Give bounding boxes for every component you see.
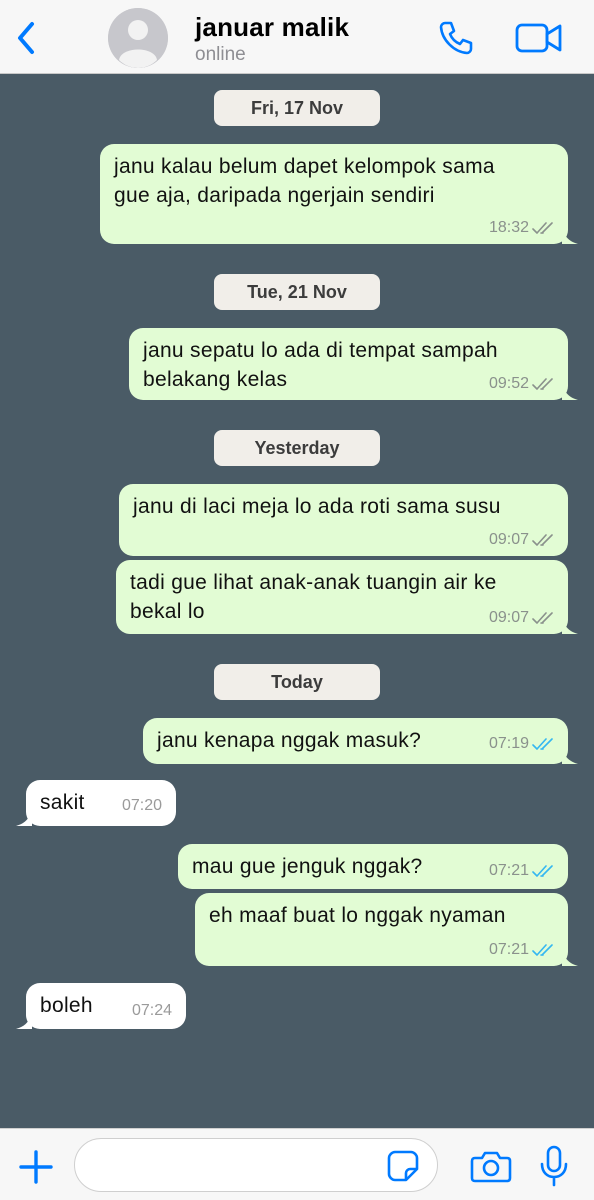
message-line: boleh xyxy=(40,994,93,1017)
phone-icon xyxy=(439,21,473,55)
default-avatar-icon xyxy=(108,8,168,68)
contact-status: online xyxy=(195,44,246,65)
message-line: tadi gue lihat anak-anak tuangin air ke xyxy=(130,571,497,594)
message-meta: 18:32 xyxy=(489,218,556,238)
chevron-left-icon xyxy=(18,22,34,54)
sticker-button[interactable] xyxy=(386,1149,420,1183)
message-bubble[interactable]: janu di laci meja lo ada roti sama susu … xyxy=(119,484,568,556)
message-meta: 07:19 xyxy=(489,734,556,754)
message-text: mau gue jenguk nggak? xyxy=(192,852,422,881)
chat-header: januar malik online xyxy=(0,0,594,74)
message-bubble[interactable]: tadi gue lihat anak-anak tuangin air ke … xyxy=(116,560,578,634)
message-bubble[interactable]: boleh 07:24 xyxy=(16,983,186,1029)
microphone-icon xyxy=(540,1145,568,1187)
double-check-icon xyxy=(532,222,553,234)
bubble-tail xyxy=(562,616,578,634)
message-input[interactable] xyxy=(74,1138,438,1192)
bubble-tail xyxy=(562,948,578,966)
bubble-tail xyxy=(562,226,578,244)
double-check-icon xyxy=(532,865,553,877)
double-check-icon xyxy=(532,378,553,390)
video-call-button[interactable] xyxy=(514,20,564,56)
message-meta: 07:24 xyxy=(132,1001,172,1021)
message-meta: 07:20 xyxy=(122,796,162,816)
message-text: janu kenapa nggak masuk? xyxy=(157,726,421,755)
message-list[interactable]: Fri, 17 Nov janu kalau belum dapet kelom… xyxy=(0,75,594,1128)
message-meta: 09:07 xyxy=(489,608,556,628)
message-text: sakit xyxy=(40,788,85,817)
message-time: 07:24 xyxy=(131,1002,172,1019)
double-check-icon xyxy=(532,612,553,624)
microphone-button[interactable] xyxy=(538,1145,570,1187)
message-line: bekal lo xyxy=(130,600,205,623)
message-bubble[interactable]: eh maaf buat lo nggak nyaman 07:21 xyxy=(195,893,578,966)
message-time: 07:21 xyxy=(488,862,529,879)
message-line: eh maaf buat lo nggak nyaman xyxy=(209,904,506,927)
date-separator: Fri, 17 Nov xyxy=(214,90,380,126)
message-line: janu kenapa nggak masuk? xyxy=(157,729,422,752)
message-text: tadi gue lihat anak-anak tuangin air ke … xyxy=(130,568,497,626)
date-separator: Yesterday xyxy=(214,430,380,466)
double-check-icon xyxy=(532,534,553,546)
message-bubble[interactable]: janu kenapa nggak masuk? 07:19 xyxy=(143,718,578,764)
message-time: 09:07 xyxy=(488,609,529,626)
message-line: belakang kelas xyxy=(143,368,288,391)
video-camera-icon xyxy=(515,23,562,53)
date-separator: Today xyxy=(214,664,380,700)
message-time: 09:52 xyxy=(488,375,529,392)
bubble-tail xyxy=(562,746,578,764)
message-bubble[interactable]: mau gue jenguk nggak? 07:21 xyxy=(178,844,568,889)
camera-button[interactable] xyxy=(470,1149,512,1183)
date-separator: Tue, 21 Nov xyxy=(214,274,380,310)
message-bubble[interactable]: janu kalau belum dapet kelompok sama gue… xyxy=(100,144,578,244)
attach-button[interactable] xyxy=(16,1147,56,1187)
camera-icon xyxy=(470,1151,512,1183)
bubble-tail xyxy=(16,1011,32,1029)
message-line: janu sepatu lo ada di tempat sampah xyxy=(143,339,498,362)
voice-call-button[interactable] xyxy=(436,18,476,58)
message-meta: 07:21 xyxy=(489,940,556,960)
message-text: boleh xyxy=(40,991,93,1020)
message-time: 07:20 xyxy=(121,797,162,814)
plus-icon xyxy=(19,1150,53,1184)
message-line: gue aja, daripada ngerjain sendiri xyxy=(114,184,435,207)
message-bubble[interactable]: sakit 07:20 xyxy=(16,780,176,826)
message-line: janu di laci meja lo ada roti sama susu xyxy=(133,495,501,518)
message-bubble[interactable]: janu sepatu lo ada di tempat sampah bela… xyxy=(129,328,578,400)
message-meta: 09:52 xyxy=(489,374,556,394)
message-time: 09:07 xyxy=(488,531,529,548)
sticker-icon xyxy=(387,1150,419,1182)
message-line: mau gue jenguk nggak? xyxy=(192,855,423,878)
double-check-icon xyxy=(532,738,553,750)
message-line: sakit xyxy=(40,791,85,814)
bubble-tail xyxy=(16,808,32,826)
message-text: eh maaf buat lo nggak nyaman xyxy=(209,901,506,930)
message-time: 07:19 xyxy=(488,735,529,752)
message-meta: 07:21 xyxy=(489,861,556,881)
double-check-icon xyxy=(532,944,553,956)
message-text: janu sepatu lo ada di tempat sampah bela… xyxy=(143,336,498,394)
back-button[interactable] xyxy=(10,18,44,58)
message-line: janu kalau belum dapet kelompok sama xyxy=(114,155,495,178)
message-text: janu di laci meja lo ada roti sama susu xyxy=(133,492,501,521)
message-time: 18:32 xyxy=(488,219,529,236)
message-meta: 09:07 xyxy=(489,530,556,550)
message-time: 07:21 xyxy=(488,941,529,958)
bubble-tail xyxy=(562,382,578,400)
contact-name[interactable]: januar malik xyxy=(195,12,349,43)
message-text: janu kalau belum dapet kelompok sama gue… xyxy=(114,152,495,210)
composer-bar xyxy=(0,1128,594,1200)
avatar[interactable] xyxy=(108,8,168,68)
